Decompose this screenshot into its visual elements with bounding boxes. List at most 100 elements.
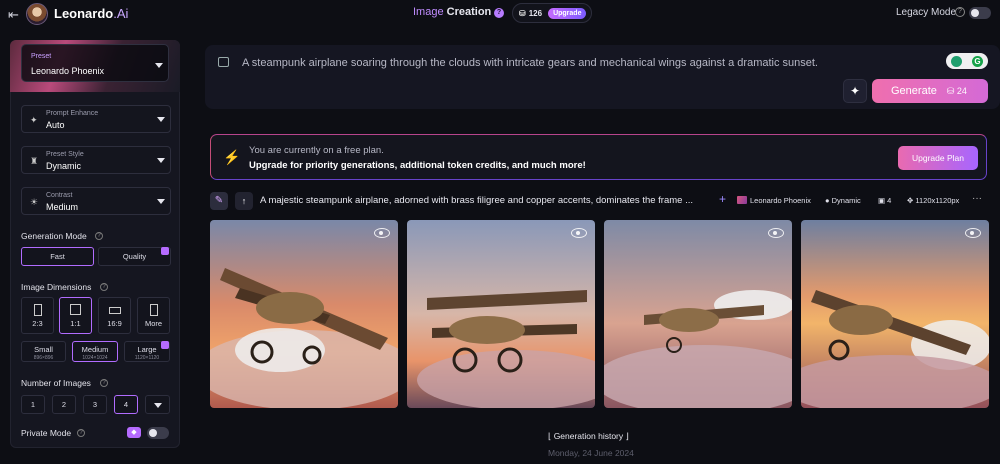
size-label: Large <box>137 345 157 354</box>
brand-name-main: Leonardo <box>54 6 114 21</box>
grammarly-icon <box>951 55 962 67</box>
ratio-2-3-button[interactable]: 2:3 <box>21 297 54 334</box>
preset-style-value: Dynamic <box>46 161 82 171</box>
brand-logo[interactable] <box>26 3 48 25</box>
size-medium-button[interactable]: Medium 1024×1024 <box>72 341 118 362</box>
ratio-label: 16:9 <box>107 319 122 328</box>
back-icon[interactable]: ⇤ <box>8 7 19 23</box>
generated-image-4[interactable] <box>801 220 989 408</box>
page-title-accent: Image <box>413 6 444 18</box>
chevron-down-icon <box>154 403 162 408</box>
history-label-text: Generation history <box>553 431 624 441</box>
prompt-panel: A steampunk airplane soaring through the… <box>205 45 1000 109</box>
contrast-dropdown[interactable]: ☀ Contrast Medium <box>21 187 171 215</box>
count-3-button[interactable]: 3 <box>83 395 107 414</box>
generated-image-2[interactable] <box>407 220 595 408</box>
landscape-icon <box>108 307 121 314</box>
size-label: 1120x1120px <box>915 196 960 205</box>
private-mode-title: Private Mode <box>21 428 72 438</box>
history-right-icon: ⌋ <box>623 431 629 441</box>
image-prompt-icon[interactable] <box>218 57 229 67</box>
square-icon <box>70 304 81 315</box>
airplane-image <box>604 220 792 408</box>
more-options-icon[interactable]: ··· <box>972 193 982 204</box>
upgrade-plan-button[interactable]: Upgrade Plan <box>898 146 978 170</box>
preset-style-dropdown[interactable]: ♜ Preset Style Dynamic <box>21 146 171 174</box>
upgrade-badge[interactable]: Upgrade <box>548 7 587 19</box>
generated-image-3[interactable] <box>604 220 792 408</box>
image-dimensions-title: Image Dimensions <box>21 282 92 292</box>
ratio-label: 2:3 <box>32 319 43 328</box>
prompt-enhance-value: Auto <box>46 120 65 130</box>
wand-icon[interactable]: ✎ <box>210 192 228 210</box>
premium-icon <box>161 341 169 349</box>
banner-line-1: You are currently on a free plan. <box>249 145 384 156</box>
info-icon[interactable]: ? <box>955 7 965 17</box>
generated-image-1[interactable] <box>210 220 398 408</box>
lightning-icon: ⚡ <box>223 149 241 165</box>
eye-icon[interactable] <box>965 228 981 238</box>
chevron-down-icon <box>157 199 165 204</box>
generation-prompt[interactable]: A majestic steampunk airplane, adorned w… <box>260 195 693 206</box>
preset-dropdown[interactable]: Preset Leonardo Phoenix <box>21 44 169 82</box>
toggle-knob <box>971 9 979 17</box>
model-icon <box>737 196 747 204</box>
generation-model: Leonardo Phoenix <box>737 196 811 205</box>
size-sub: 1120×1120 <box>134 355 160 361</box>
prompt-input[interactable]: A steampunk airplane soaring through the… <box>242 57 818 69</box>
size-small-button[interactable]: Small 896×896 <box>21 341 66 362</box>
mode-fast-button[interactable]: Fast <box>21 247 94 266</box>
contrast-label: Contrast <box>46 192 73 199</box>
legacy-mode-toggle[interactable] <box>969 7 991 19</box>
token-icon: ⛁ <box>519 8 526 18</box>
top-bar: ⇤ Leonardo.Ai Image Creation ? ⛁ 126 Upg… <box>0 0 1000 28</box>
prompt-enhance-dropdown[interactable]: ✦ Prompt Enhance Auto <box>21 105 171 133</box>
info-icon[interactable]: ? <box>95 232 103 240</box>
count-1-button[interactable]: 1 <box>21 395 45 414</box>
grammarly-widget[interactable]: G <box>946 53 988 69</box>
upgrade-banner: ⚡ You are currently on a free plan. Upgr… <box>210 134 987 180</box>
ratio-16-9-button[interactable]: 16:9 <box>98 297 131 334</box>
contrast-value: Medium <box>46 202 79 212</box>
count-more-button[interactable] <box>145 395 170 414</box>
size-label: Small <box>34 345 53 354</box>
arrow-up-icon[interactable]: ↑ <box>235 192 253 210</box>
generation-history-label[interactable]: ⌊ Generation history ⌋ <box>548 431 629 442</box>
size-label: Medium <box>81 345 109 354</box>
ratio-more-button[interactable]: More <box>137 297 170 334</box>
plus-icon[interactable]: + <box>719 192 726 206</box>
preset-banner: Preset Leonardo Phoenix <box>10 40 180 92</box>
generate-button[interactable]: Generate ⛁ 24 <box>872 79 988 103</box>
portrait-icon <box>33 304 42 316</box>
grammarly-g-icon: G <box>972 55 983 67</box>
settings-sidebar: Preset Leonardo Phoenix ✦ Prompt Enhance… <box>10 40 180 448</box>
generation-size: ✥ 1120x1120px <box>907 196 960 205</box>
info-icon[interactable]: ? <box>77 429 85 437</box>
generation-mode-title: Generation Mode <box>21 231 87 241</box>
help-icon[interactable]: ? <box>494 8 504 18</box>
style-icon: ♜ <box>30 156 39 166</box>
chevron-down-icon <box>155 63 163 68</box>
eye-icon[interactable] <box>768 228 784 238</box>
brand-name-suffix: .Ai <box>113 6 129 21</box>
ratio-1-1-button[interactable]: 1:1 <box>59 297 92 334</box>
eye-icon[interactable] <box>374 228 390 238</box>
generate-cost: ⛁ 24 <box>946 85 967 96</box>
legacy-mode-label: Legacy Mode <box>896 7 957 18</box>
number-of-images-title: Number of Images <box>21 378 91 388</box>
generation-count: ▣ 4 <box>878 196 892 205</box>
magic-wand-icon[interactable]: ✦ <box>843 79 867 103</box>
count-label: 4 <box>887 196 892 205</box>
count-4-button[interactable]: 4 <box>114 395 138 414</box>
token-balance[interactable]: ⛁ 126 Upgrade <box>512 3 592 23</box>
private-mode-toggle[interactable] <box>147 427 169 439</box>
count-2-button[interactable]: 2 <box>52 395 76 414</box>
generation-header: ✎ ↑ A majestic steampunk airplane, adorn… <box>210 191 1000 211</box>
info-icon[interactable]: ? <box>100 283 108 291</box>
eye-icon[interactable] <box>571 228 587 238</box>
generate-label: Generate <box>891 85 937 97</box>
preset-label: Preset <box>31 53 52 60</box>
brand-name: Leonardo.Ai <box>54 6 128 21</box>
size-sub: 896×896 <box>33 355 54 361</box>
info-icon[interactable]: ? <box>100 379 108 387</box>
